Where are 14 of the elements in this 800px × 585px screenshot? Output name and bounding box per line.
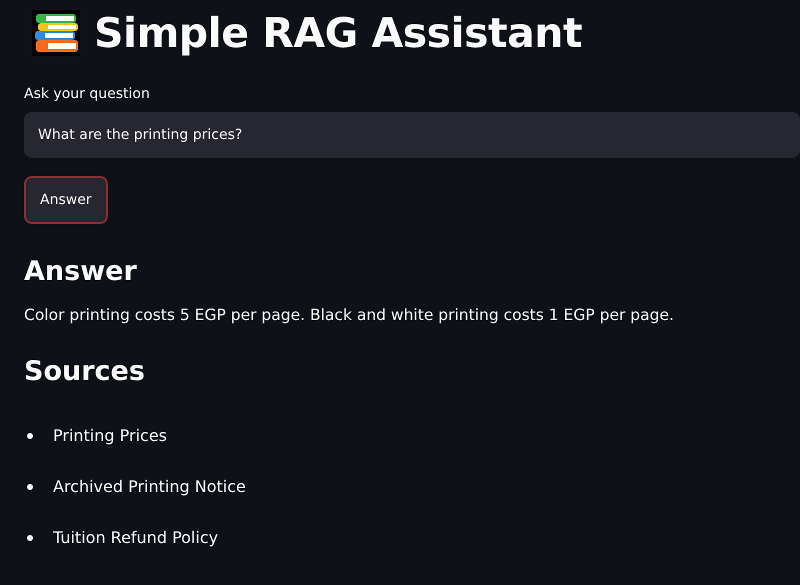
answer-text: Color printing costs 5 EGP per page. Black and white printing costs 1 EGP per page. xyxy=(24,306,674,324)
question-field[interactable]: What are the printing prices? xyxy=(24,112,800,158)
bullet-icon xyxy=(27,432,33,438)
source-item: Tuition Refund Policy xyxy=(53,528,218,547)
section-heading: Sources xyxy=(24,356,145,387)
bullet-icon xyxy=(27,534,33,540)
page-title: Simple RAG Assistant xyxy=(94,9,582,57)
field-label: Ask your question xyxy=(24,86,151,104)
bullet-icon xyxy=(27,484,33,490)
answer-button[interactable]: Answer xyxy=(24,176,108,224)
source-item: Archived Printing Notice xyxy=(53,477,246,496)
section-heading: Answer xyxy=(24,256,137,287)
source-item: Printing Prices xyxy=(53,426,167,445)
books-icon xyxy=(32,10,80,56)
